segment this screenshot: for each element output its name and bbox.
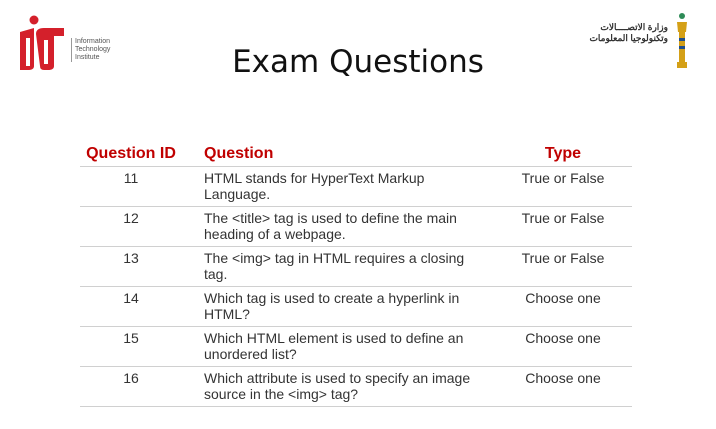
question-type-cell: True or False	[521, 249, 605, 266]
ministry-text-line: وتكنولوجيا المعلومات	[589, 33, 668, 43]
question-text-cell: The <title> tag is used to define the ma…	[204, 209, 457, 242]
question-type-cell: True or False	[521, 169, 605, 186]
question-text-cell: The <img> tag in HTML requires a closing…	[204, 249, 465, 282]
question-id-cell: 16	[123, 369, 139, 386]
page-title: Exam Questions	[232, 44, 484, 80]
header-question: Question	[204, 144, 274, 162]
ministry-text-line: وزارة الاتصــــالات	[600, 22, 668, 32]
question-text-cell: Which HTML element is used to define an …	[204, 329, 464, 362]
question-text-cell: HTML stands for HyperText Markup Languag…	[204, 169, 425, 202]
ministry-logo-text: وزارة الاتصــــالات وتكنولوجيا المعلومات	[589, 22, 668, 44]
table-row: 13 The <img> tag in HTML requires a clos…	[80, 246, 632, 286]
table-row: 12 The <title> tag is used to define the…	[80, 206, 632, 246]
question-id-cell: 13	[123, 249, 139, 266]
table-row: 14 Which tag is used to create a hyperli…	[80, 286, 632, 326]
questions-table: Question ID Question Type 11 HTML stands…	[80, 142, 632, 407]
question-id-cell: 15	[123, 329, 139, 346]
header-type: Type	[544, 144, 582, 162]
question-id-cell: 12	[123, 209, 139, 226]
question-type-cell: Choose one	[525, 289, 601, 306]
question-type-cell: True or False	[521, 209, 605, 226]
table-row: 16 Which attribute is used to specify an…	[80, 366, 632, 406]
table-row: 11 HTML stands for HyperText Markup Lang…	[80, 166, 632, 206]
table-row: 15 Which HTML element is used to define …	[80, 326, 632, 366]
question-type-cell: Choose one	[525, 329, 601, 346]
header-question-id: Question ID	[86, 144, 176, 162]
question-id-cell: 14	[123, 289, 139, 306]
question-type-cell: Choose one	[525, 369, 601, 386]
table-header-row: Question ID Question Type	[80, 142, 632, 166]
question-text-cell: Which attribute is used to specify an im…	[204, 369, 471, 402]
question-id-cell: 11	[123, 169, 139, 186]
question-text-cell: Which tag is used to create a hyperlink …	[204, 289, 460, 322]
